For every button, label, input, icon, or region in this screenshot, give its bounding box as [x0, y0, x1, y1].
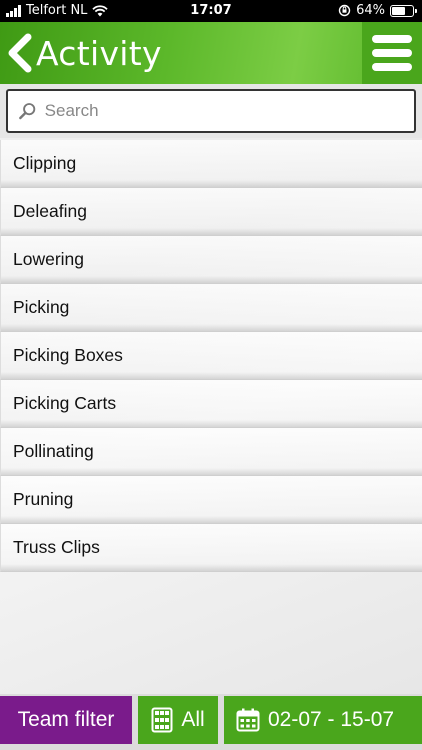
list-item[interactable]: Pollinating [0, 428, 422, 476]
list-item-label: Pollinating [13, 441, 94, 461]
grid-icon [151, 707, 173, 733]
list-item-label: Picking [13, 297, 70, 317]
list-item[interactable]: Picking Boxes [0, 332, 422, 380]
battery-icon [390, 4, 417, 17]
hamburger-menu-icon [372, 49, 412, 57]
page-title: Activity [36, 33, 162, 73]
chevron-left-icon [8, 33, 32, 73]
list-item-label: Pruning [13, 489, 74, 509]
list-item[interactable]: Picking [0, 284, 422, 332]
list-item-label: Picking Carts [13, 393, 117, 413]
activity-list: Clipping Deleafing Lowering Picking Picking … [0, 140, 422, 572]
list-item[interactable]: Pruning [0, 476, 422, 524]
status-bar: Telfort NL 17:07 64% [0, 0, 422, 22]
list-item[interactable]: Clipping [0, 140, 422, 188]
date-range-label: 02-07 - 15-07 [268, 708, 395, 731]
list-item-label: Lowering [13, 249, 85, 269]
list-item-label: Picking Boxes [13, 345, 123, 365]
group-filter-label: All [181, 708, 205, 731]
list-item-label: Deleafing [13, 201, 87, 221]
group-filter-button[interactable]: All [138, 696, 218, 744]
hamburger-menu-icon [372, 35, 412, 43]
battery-fill [392, 6, 405, 15]
list-item-label: Truss Clips [13, 537, 100, 557]
list-item[interactable]: Picking Carts [0, 380, 422, 428]
list-item-label: Clipping [13, 153, 77, 173]
date-range-button[interactable]: 02-07 - 15-07 [224, 696, 422, 744]
list-item[interactable]: Truss Clips [0, 524, 422, 572]
bottom-bar: Team filter All 02-07 - 15-07 [0, 694, 422, 750]
orientation-lock-icon [338, 4, 351, 17]
menu-button[interactable] [362, 22, 422, 84]
team-filter-button[interactable]: Team filter [0, 696, 132, 744]
search-icon [19, 103, 36, 120]
search-bar [0, 84, 422, 138]
list-item[interactable]: Deleafing [0, 188, 422, 236]
battery-percent: 64% [356, 3, 385, 18]
app-header: Activity [0, 22, 422, 84]
search-input[interactable] [44, 101, 414, 121]
search-box[interactable] [6, 89, 416, 133]
list-item[interactable]: Lowering [0, 236, 422, 284]
status-right: 64% [338, 3, 417, 18]
calendar-icon [236, 708, 260, 732]
team-filter-label: Team filter [17, 708, 115, 731]
hamburger-menu-icon [372, 63, 412, 71]
back-button[interactable]: Activity [4, 30, 162, 76]
